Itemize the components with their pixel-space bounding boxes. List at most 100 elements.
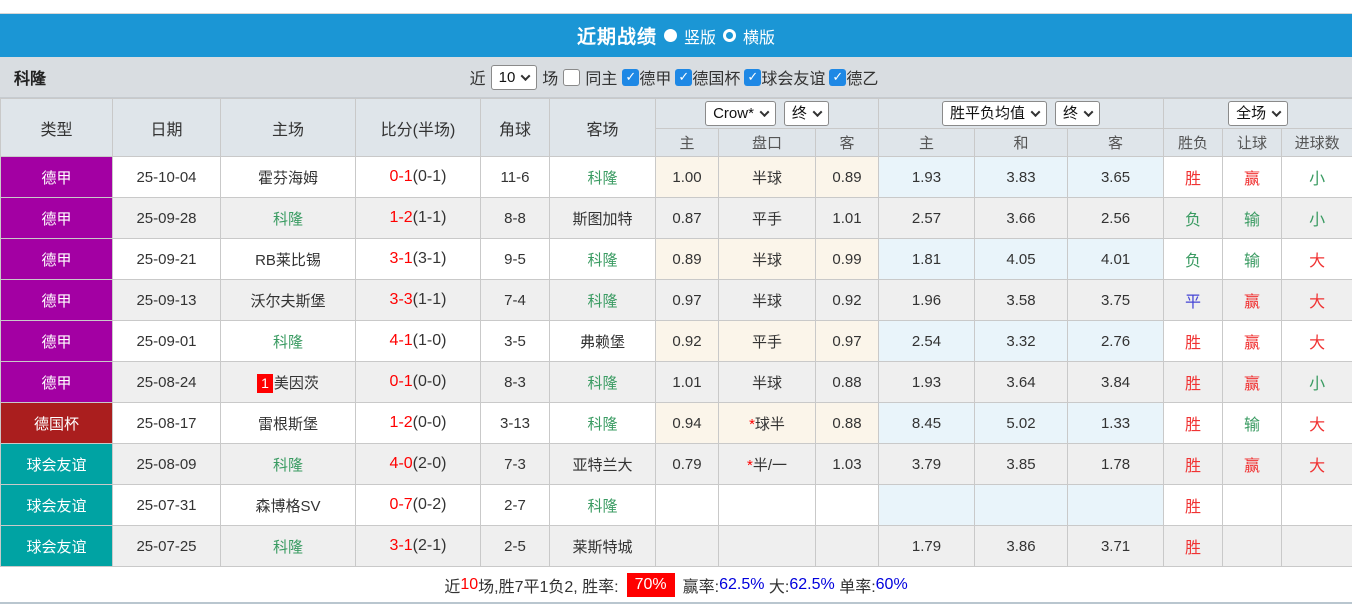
corner-cell: 3-5 <box>480 320 550 362</box>
scope-select[interactable]: 全场 <box>1228 101 1289 126</box>
odds-time-select[interactable]: 终 <box>783 101 829 126</box>
odds-away-cell <box>814 484 880 526</box>
odds-home-cell <box>655 525 719 567</box>
recent-count-select[interactable]: 10 <box>490 64 538 90</box>
avg-away-cell: 3.75 <box>1067 279 1165 321</box>
avg-home-cell: 8.45 <box>878 402 976 444</box>
handicap-cell: 半球 <box>718 238 816 280</box>
radio-vertical-icon[interactable] <box>663 29 677 42</box>
result-cell: 胜 <box>1163 402 1224 444</box>
league-type-cell: 德甲 <box>0 156 113 198</box>
results-table: 类型 日期 主场 比分(半场) 角球 客场 Crow* 终 胜平负均值 终 全场… <box>0 98 1352 567</box>
goals-cell: 小 <box>1281 156 1352 198</box>
same-home-checkbox[interactable] <box>563 68 581 86</box>
avg-time-select[interactable]: 终 <box>1055 101 1101 126</box>
avg-metric-select[interactable]: 胜平负均值 <box>942 101 1048 126</box>
date-cell: 25-08-09 <box>112 443 221 485</box>
score-cell: 4-0(2-0) <box>355 443 481 485</box>
corner-cell: 9-5 <box>480 238 550 280</box>
filter-bar: 科隆 近 10 场 同主 ✓ 德甲 ✓ 德国杯 ✓ 球会友谊 ✓ 德乙 <box>0 57 1352 98</box>
sub-header-avg-away: 客 <box>1067 128 1165 157</box>
filter-controls: 近 10 场 同主 ✓ 德甲 ✓ 德国杯 ✓ 球会友谊 ✓ 德乙 <box>470 64 883 90</box>
score-value: 3-1(3-1) <box>389 250 447 267</box>
league-checkbox[interactable]: ✓ <box>622 68 640 86</box>
team-name: 森博格SV <box>255 497 321 515</box>
goals-cell: 大 <box>1281 279 1352 321</box>
goals-cell: 小 <box>1281 197 1352 239</box>
col-header-type: 类型 <box>0 98 113 157</box>
odds-home-cell: 0.87 <box>655 197 719 239</box>
away-team-cell: 斯图加特 <box>549 197 656 239</box>
result-cell: 胜 <box>1163 484 1224 526</box>
match-row: 德甲 25-08-24 1 美因茨 0-1(0-0) 8-3 科隆 1.01 半球 0.88 1.9… <box>0 361 1352 403</box>
home-team-cell: 1 美因茨 <box>220 361 356 403</box>
team-name: 沃尔夫斯堡 <box>250 292 326 310</box>
avg-away-cell: 3.65 <box>1067 156 1165 198</box>
odds-home-cell: 1.01 <box>655 361 719 403</box>
summary-text: 赢率: <box>682 578 720 596</box>
summary-text: 62.5% <box>719 575 765 593</box>
odds-away-cell: 0.89 <box>814 156 880 198</box>
avg-draw-cell: 3.58 <box>974 279 1069 321</box>
score-value: 0-7(0-2) <box>389 496 447 513</box>
col-header-date: 日期 <box>112 98 221 157</box>
sub-header-odds-away: 客 <box>814 128 880 157</box>
team-name: 1 美因茨 <box>257 373 319 393</box>
avg-home-cell: 3.79 <box>878 443 976 485</box>
team-name: 弗赖堡 <box>579 333 625 351</box>
league-label: 德甲 <box>639 71 672 88</box>
avg-home-cell: 1.93 <box>878 361 976 403</box>
same-home-label: 同主 <box>585 71 618 88</box>
score-cell: 1-2(0-0) <box>355 402 481 444</box>
radio-horizontal-label[interactable]: 横版 <box>743 24 775 48</box>
team-name: 科隆 <box>587 374 618 392</box>
match-row: 德甲 25-09-13 沃尔夫斯堡 3-3(1-1) 7-4 科隆 0.97 半球 0.92 1.… <box>0 279 1352 321</box>
radio-vertical-label[interactable]: 竖版 <box>684 24 716 48</box>
avg-home-cell <box>878 484 976 526</box>
radio-horizontal-icon[interactable] <box>723 29 736 42</box>
col-header-score: 比分(半场) <box>355 98 481 157</box>
score-value: 0-1(0-1) <box>389 168 447 185</box>
score-cell: 1-2(1-1) <box>355 197 481 239</box>
summary-text: 60% <box>875 575 908 593</box>
corner-cell: 2-7 <box>480 484 550 526</box>
avg-home-cell: 1.81 <box>878 238 976 280</box>
league-checkbox[interactable]: ✓ <box>829 68 847 86</box>
odds-away-cell: 0.97 <box>814 320 880 362</box>
odds-company-select[interactable]: Crow* <box>705 101 776 126</box>
chevron-down-icon <box>812 107 823 118</box>
col-header-corner: 角球 <box>480 98 550 157</box>
league-label: 德国杯 <box>692 71 741 88</box>
score-cell: 4-1(1-0) <box>355 320 481 362</box>
away-team-cell: 科隆 <box>549 156 656 198</box>
league-checkbox[interactable]: ✓ <box>675 68 693 86</box>
result-cell: 胜 <box>1163 525 1224 567</box>
summary-text: 62.5% <box>789 575 835 593</box>
corner-cell: 2-5 <box>480 525 550 567</box>
avg-draw-cell: 3.64 <box>974 361 1069 403</box>
home-team-cell: 雷根斯堡 <box>220 402 356 444</box>
games-label: 场 <box>542 71 559 88</box>
match-row: 德国杯 25-08-17 雷根斯堡 1-2(0-0) 3-13 科隆 0.94 *球半 0.88… <box>0 402 1352 444</box>
score-value: 0-1(0-0) <box>389 373 447 390</box>
chevron-down-icon <box>759 107 770 118</box>
odds-home-cell: 0.94 <box>655 402 719 444</box>
avg-draw-cell: 3.83 <box>974 156 1069 198</box>
score-value: 4-0(2-0) <box>389 455 447 472</box>
handicap-cell: 平手 <box>718 197 816 239</box>
team-name: 霍芬海姆 <box>257 169 318 187</box>
avg-home-cell: 2.57 <box>878 197 976 239</box>
summary-text: 10 <box>460 575 479 593</box>
away-team-cell: 莱斯特城 <box>549 525 656 567</box>
handicap-cell: *球半 <box>718 402 816 444</box>
match-row: 球会友谊 25-07-31 森博格SV 0-7(0-2) 2-7 科隆 胜 <box>0 484 1352 526</box>
score-cell: 3-1(2-1) <box>355 525 481 567</box>
handicap-result-cell: 输 <box>1222 238 1283 280</box>
handicap-cell <box>718 525 816 567</box>
score-value: 3-1(2-1) <box>389 537 447 554</box>
match-row: 德甲 25-10-04 霍芬海姆 0-1(0-1) 11-6 科隆 1.00 半球 0.89 1.… <box>0 156 1352 198</box>
avg-draw-cell: 5.02 <box>974 402 1069 444</box>
clipped-row-above <box>0 0 1352 14</box>
score-cell: 3-1(3-1) <box>355 238 481 280</box>
league-checkbox[interactable]: ✓ <box>744 68 762 86</box>
